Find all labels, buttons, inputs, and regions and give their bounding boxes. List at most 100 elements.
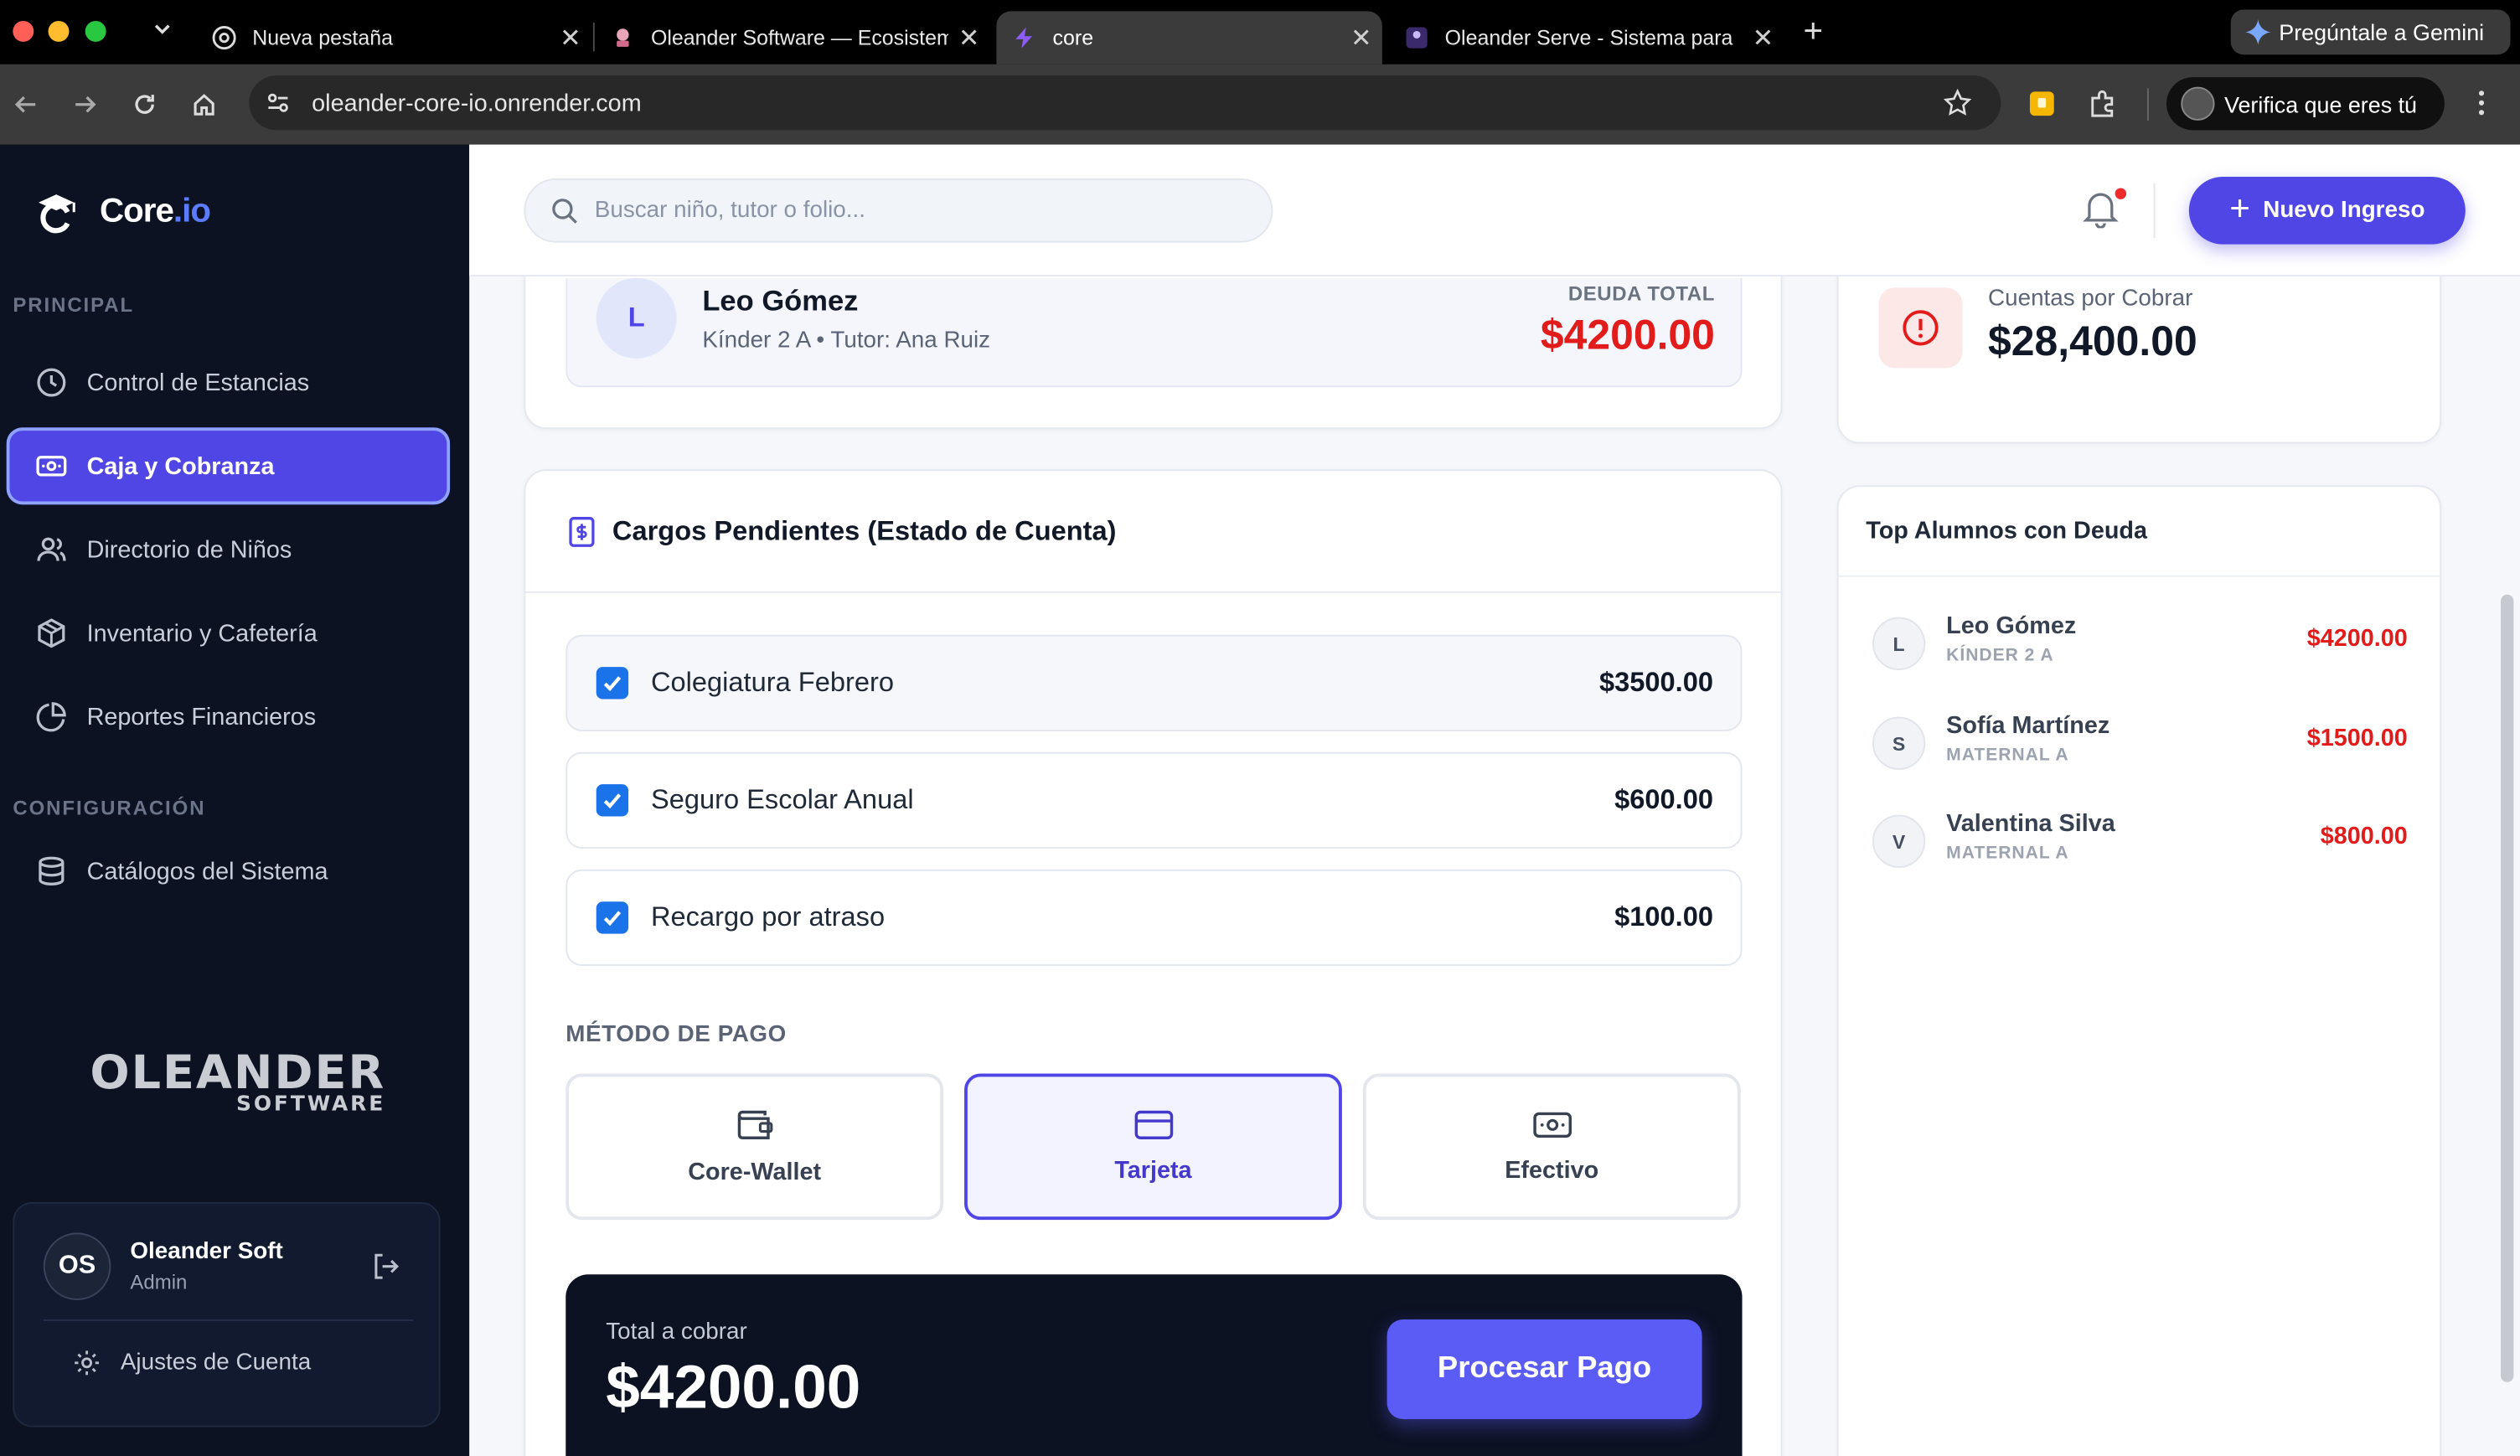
sidebar-item-catalogos[interactable]: Catálogos del Sistema (7, 833, 450, 910)
section-configuracion: CONFIGURACIÓN (13, 797, 206, 820)
home-icon[interactable] (187, 87, 222, 122)
receivables-label: Cuentas por Cobrar (1988, 286, 2193, 312)
extensions-puzzle-icon[interactable] (2088, 89, 2118, 127)
brand-suffix: .io (173, 193, 211, 230)
gear-icon (72, 1349, 121, 1378)
charges-header: Cargos Pendientes (Estado de Cuenta) (525, 471, 1781, 593)
sidebar-item-inventario[interactable]: Inventario y Cafetería (7, 595, 450, 672)
sidebar-item-label: Inventario y Cafetería (86, 619, 318, 648)
debtor-avatar: S (1872, 716, 1926, 770)
debtor-name: Leo Gómez (1946, 612, 2077, 640)
process-payment-button[interactable]: Procesar Pago (1387, 1319, 1702, 1419)
users-icon (35, 534, 86, 565)
credit-card-icon (1133, 1109, 1175, 1158)
student-avatar: L (596, 277, 677, 359)
site-settings-icon[interactable] (266, 90, 292, 123)
tab-close-icon[interactable]: ✕ (550, 22, 591, 54)
avatar[interactable]: OS (43, 1232, 111, 1300)
tab-close-icon[interactable]: ✕ (1340, 22, 1382, 54)
gemini-spark-icon (2245, 19, 2271, 49)
charges-card: Cargos Pendientes (Estado de Cuenta) Col… (524, 469, 1783, 1456)
charge-label: Seguro Escolar Anual (650, 784, 914, 815)
tab-list-chevron-icon[interactable] (151, 18, 173, 48)
payment-method-label: Core-Wallet (688, 1159, 822, 1186)
tab-title: Oleander Software — Ecosistema (650, 25, 948, 50)
topbar-separator (2153, 183, 2156, 238)
tab-oleander-software[interactable]: Oleander Software — Ecosistema ✕ (595, 11, 990, 64)
charge-checkbox[interactable] (596, 784, 629, 817)
new-ingreso-button[interactable]: + Nuevo Ingreso (2188, 177, 2466, 245)
student-info[interactable]: L Leo Gómez Kínder 2 A • Tutor: Ana Ruiz… (565, 277, 1743, 388)
oleander-favicon-icon (611, 26, 635, 50)
account-settings-label: Ajustes de Cuenta (120, 1350, 312, 1376)
charge-row[interactable]: Seguro Escolar Anual $600.00 (565, 751, 1743, 849)
sidebar-item-control-estancias[interactable]: Control de Estancias (7, 344, 450, 421)
total-amount: $4200.00 (606, 1355, 861, 1422)
payment-method-core-wallet[interactable]: Core-Wallet (565, 1073, 944, 1221)
sidebar-item-caja-cobranza[interactable]: Caja y Cobranza (6, 427, 451, 505)
search-box[interactable] (524, 178, 1273, 243)
debt-amount: $4200.00 (1540, 310, 1715, 359)
bell-icon[interactable] (2083, 189, 2119, 236)
page-scrollbar[interactable] (2501, 594, 2514, 1382)
debtor-amount: $800.00 (2320, 823, 2408, 850)
profile-verify-button[interactable]: Verifica que eres tú (2166, 77, 2445, 131)
tab-oleander-serve[interactable]: Oleander Serve - Sistema para ✕ (1388, 11, 1784, 64)
browser-menu-icon[interactable] (2469, 89, 2495, 126)
sidebar-item-label: Catálogos del Sistema (86, 857, 328, 885)
list-item[interactable]: V Valentina Silva MATERNAL A $800.00 (1872, 810, 2408, 875)
tab-core[interactable]: core ✕ (996, 11, 1382, 65)
reload-icon[interactable] (127, 87, 163, 122)
debtor-amount: $1500.00 (2306, 725, 2408, 752)
search-icon (551, 197, 579, 225)
sidebar-item-label: Directorio de Niños (86, 535, 292, 564)
charge-row[interactable]: Recargo por atraso $100.00 (565, 869, 1743, 966)
sidebar-item-directorio-ninos[interactable]: Directorio de Niños (7, 511, 450, 588)
address-bar[interactable]: oleander-core-io.onrender.com (249, 75, 2001, 131)
tab-close-icon[interactable]: ✕ (1743, 22, 1784, 54)
tab-nueva-pestana[interactable]: Nueva pestaña ✕ (196, 11, 591, 64)
extension-keep-icon[interactable] (2028, 90, 2056, 125)
sidebar-item-reportes[interactable]: Reportes Financieros (7, 679, 450, 756)
total-panel: Total a cobrar $4200.00 Procesar Pago (565, 1274, 1743, 1456)
charges-title: Cargos Pendientes (Estado de Cuenta) (612, 514, 1117, 546)
forward-icon[interactable] (68, 87, 103, 122)
search-input[interactable] (594, 197, 1238, 224)
close-window-icon[interactable] (13, 20, 34, 42)
notification-dot (2115, 188, 2127, 199)
charge-row[interactable]: Colegiatura Febrero $3500.00 (565, 634, 1743, 731)
alert-circle-icon (1878, 287, 1963, 369)
tab-close-icon[interactable]: ✕ (948, 22, 990, 54)
payment-method-tarjeta[interactable]: Tarjeta (964, 1073, 1342, 1221)
list-item[interactable]: S Sofía Martínez MATERNAL A $1500.00 (1872, 712, 2408, 777)
debtor-name: Valentina Silva (1946, 809, 2115, 838)
app-window: Nueva pestaña ✕ Oleander Software — Ecos… (0, 0, 2520, 1456)
charge-checkbox[interactable] (596, 667, 629, 700)
student-subtitle: Kínder 2 A • Tutor: Ana Ruiz (702, 328, 991, 354)
new-tab-icon[interactable]: + (1803, 13, 1823, 51)
user-card: OS Oleander Soft Admin Ajustes de Cuenta (13, 1201, 441, 1428)
brand-logo[interactable]: Core .io (35, 189, 211, 235)
sidebar-item-label: Reportes Financieros (86, 703, 317, 731)
account-settings-link[interactable]: Ajustes de Cuenta (72, 1349, 311, 1378)
debtor-group: KÍNDER 2 A (1946, 646, 2054, 666)
payment-method-label: MÉTODO DE PAGO (565, 1022, 787, 1048)
section-principal: PRINCIPAL (13, 294, 135, 317)
logout-icon[interactable] (371, 1252, 400, 1288)
list-item[interactable]: L Leo Gómez KÍNDER 2 A $4200.00 (1872, 612, 2408, 677)
tab-title: core (1052, 25, 1094, 50)
debtor-group: MATERNAL A (1946, 844, 2069, 864)
new-ingreso-label: Nuevo Ingreso (2263, 197, 2425, 224)
url-text[interactable]: oleander-core-io.onrender.com (312, 90, 642, 117)
wallet-icon (736, 1107, 774, 1159)
back-icon[interactable] (8, 87, 44, 122)
bookmark-star-icon[interactable] (1943, 88, 1972, 126)
charge-checkbox[interactable] (596, 901, 629, 934)
top-debtors-card: Top Alumnos con Deuda L Leo Gómez KÍNDER… (1836, 485, 2442, 1456)
minimize-window-icon[interactable] (48, 20, 70, 42)
payment-method-efectivo[interactable]: Efectivo (1362, 1073, 1741, 1221)
charge-label: Recargo por atraso (650, 901, 886, 932)
charge-amount: $100.00 (1614, 901, 1714, 932)
gemini-button[interactable]: Pregúntale a Gemini (2230, 9, 2511, 55)
maximize-window-icon[interactable] (85, 20, 106, 42)
